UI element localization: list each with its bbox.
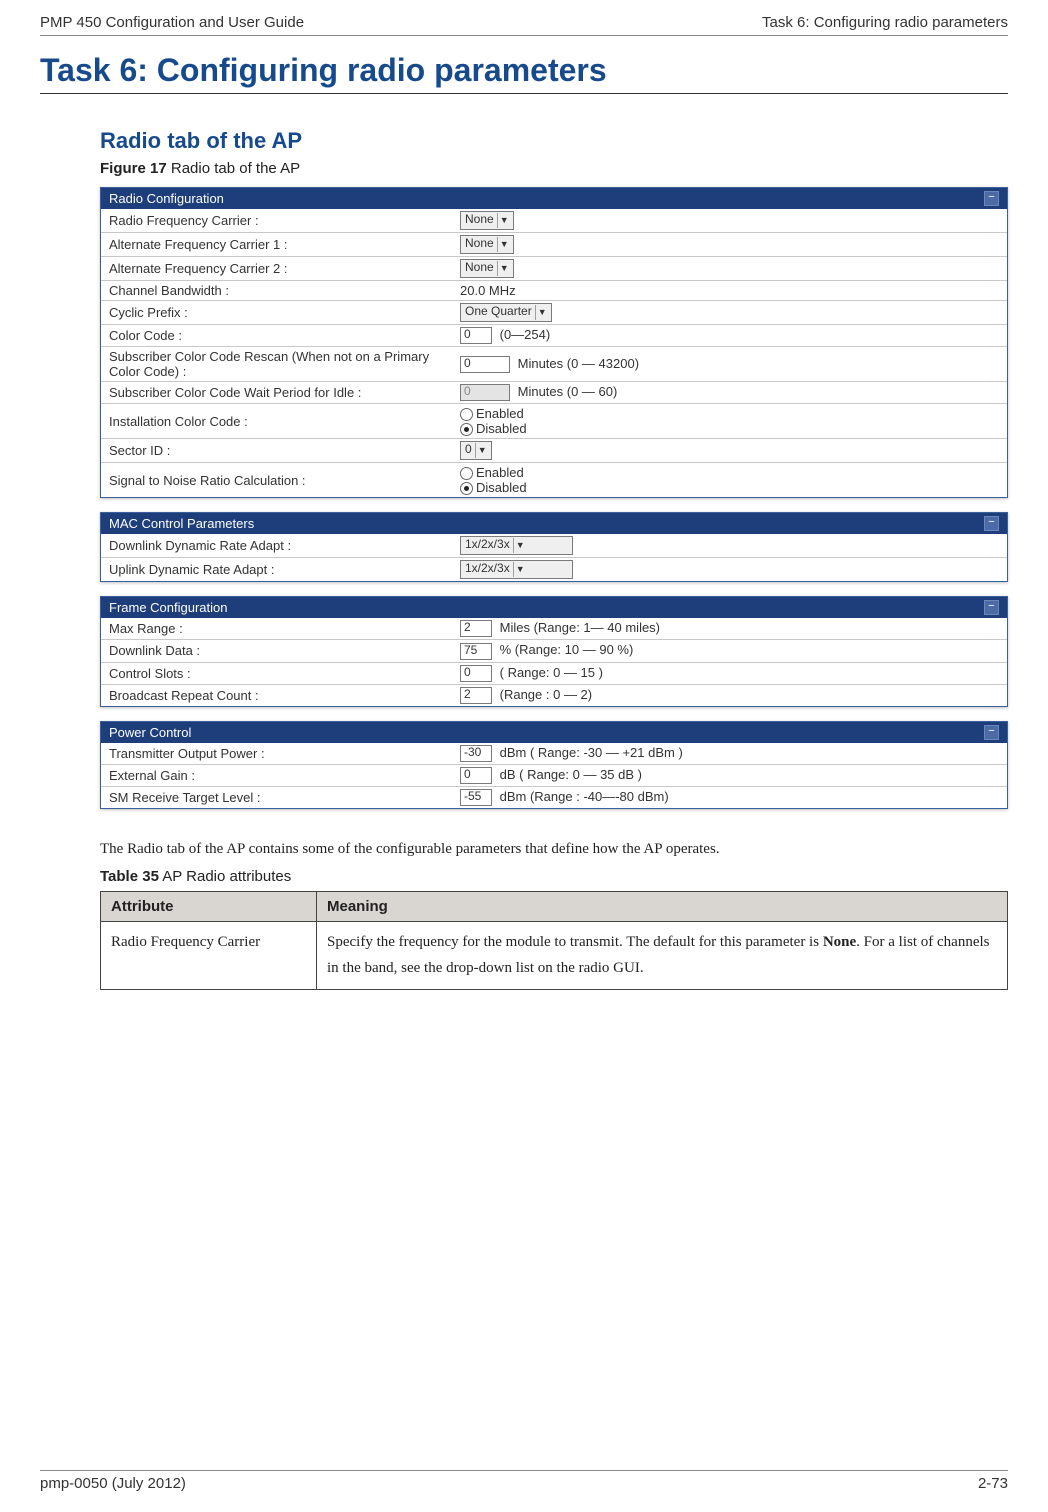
table-label: Table 35 AP Radio attributes (100, 868, 1008, 885)
row-control-slots: Control Slots : 0 ( Range: 0 — 15 ) (101, 662, 1007, 684)
cell-attribute: Radio Frequency Carrier (101, 922, 317, 990)
header-rule (40, 35, 1008, 36)
select-alt-freq-1[interactable]: None▼ (460, 235, 514, 254)
body-paragraph: The Radio tab of the AP contains some of… (100, 837, 1008, 863)
chevron-down-icon: ▼ (513, 538, 527, 553)
chevron-down-icon: ▼ (497, 213, 511, 228)
row-alt-freq-1: Alternate Frequency Carrier 1 : None▼ (101, 233, 1007, 257)
panel-frame: Frame Configuration − Max Range : 2 Mile… (100, 596, 1008, 706)
collapse-icon[interactable]: − (984, 600, 999, 615)
attributes-table: Attribute Meaning Radio Frequency Carrie… (100, 891, 1008, 990)
th-meaning: Meaning (317, 892, 1008, 922)
radio-snr-enabled[interactable] (460, 467, 473, 480)
cell-meaning: Specify the frequency for the module to … (317, 922, 1008, 990)
row-dl-rate: Downlink Dynamic Rate Adapt : 1x/2x/3x▼ (101, 534, 1007, 558)
row-install-cc: Installation Color Code : Enabled Disabl… (101, 404, 1007, 439)
title-rule (40, 93, 1008, 94)
input-color-code[interactable]: 0 (460, 327, 492, 344)
header-left: PMP 450 Configuration and User Guide (40, 14, 304, 31)
select-cyclic-prefix[interactable]: One Quarter▼ (460, 303, 552, 322)
panel-header: MAC Control Parameters − (101, 513, 1007, 534)
row-cyclic-prefix: Cyclic Prefix : One Quarter▼ (101, 301, 1007, 325)
row-ul-rate: Uplink Dynamic Rate Adapt : 1x/2x/3x▼ (101, 558, 1007, 582)
row-tx-power: Transmitter Output Power : -30 dBm ( Ran… (101, 743, 1007, 765)
row-sector-id: Sector ID : 0▼ (101, 439, 1007, 463)
select-dl-rate[interactable]: 1x/2x/3x▼ (460, 536, 573, 555)
row-cc-rescan: Subscriber Color Code Rescan (When not o… (101, 347, 1007, 382)
input-downlink-data[interactable]: 75 (460, 643, 492, 660)
row-downlink-data: Downlink Data : 75 % (Range: 10 — 90 %) (101, 640, 1007, 662)
select-radio-freq[interactable]: None▼ (460, 211, 514, 230)
panel-header: Radio Configuration − (101, 188, 1007, 209)
footer-left: pmp-0050 (July 2012) (40, 1475, 186, 1492)
collapse-icon[interactable]: − (984, 191, 999, 206)
chevron-down-icon: ▼ (535, 305, 549, 320)
input-broadcast-repeat[interactable]: 2 (460, 687, 492, 704)
th-attribute: Attribute (101, 892, 317, 922)
panel-header: Frame Configuration − (101, 597, 1007, 618)
section-title: Radio tab of the AP (100, 128, 1008, 154)
chevron-down-icon: ▼ (497, 237, 511, 252)
row-radio-freq: Radio Frequency Carrier : None▼ (101, 209, 1007, 233)
input-cc-wait: 0 (460, 384, 510, 401)
radio-install-disabled[interactable] (460, 423, 473, 436)
chevron-down-icon: ▼ (513, 562, 527, 577)
chevron-down-icon: ▼ (497, 261, 511, 276)
radio-install-enabled[interactable] (460, 408, 473, 421)
row-color-code: Color Code : 0 (0—254) (101, 325, 1007, 347)
collapse-icon[interactable]: − (984, 725, 999, 740)
page-title: Task 6: Configuring radio parameters (40, 52, 1008, 89)
collapse-icon[interactable]: − (984, 516, 999, 531)
input-cc-rescan[interactable]: 0 (460, 356, 510, 373)
input-control-slots[interactable]: 0 (460, 665, 492, 682)
table-row: Radio Frequency Carrier Specify the freq… (101, 922, 1008, 990)
input-external-gain[interactable]: 0 (460, 767, 492, 784)
panel-header: Power Control − (101, 722, 1007, 743)
input-tx-power[interactable]: -30 (460, 745, 492, 762)
select-sector-id[interactable]: 0▼ (460, 441, 492, 460)
row-alt-freq-2: Alternate Frequency Carrier 2 : None▼ (101, 257, 1007, 281)
panel-radio-config: Radio Configuration − Radio Frequency Ca… (100, 187, 1008, 498)
header-right: Task 6: Configuring radio parameters (762, 14, 1008, 31)
row-max-range: Max Range : 2 Miles (Range: 1— 40 miles) (101, 618, 1007, 640)
row-broadcast-repeat: Broadcast Repeat Count : 2 (Range : 0 — … (101, 684, 1007, 706)
select-ul-rate[interactable]: 1x/2x/3x▼ (460, 560, 573, 579)
panel-power: Power Control − Transmitter Output Power… (100, 721, 1008, 809)
panel-mac: MAC Control Parameters − Downlink Dynami… (100, 512, 1008, 582)
footer-rule (40, 1470, 1008, 1471)
row-channel-bw: Channel Bandwidth : 20.0 MHz (101, 281, 1007, 301)
figure-label: Figure 17 Radio tab of the AP (100, 160, 1008, 177)
row-cc-wait: Subscriber Color Code Wait Period for Id… (101, 382, 1007, 404)
input-sm-target[interactable]: -55 (460, 789, 492, 806)
row-sm-target: SM Receive Target Level : -55 dBm (Range… (101, 786, 1007, 808)
select-alt-freq-2[interactable]: None▼ (460, 259, 514, 278)
radio-snr-disabled[interactable] (460, 482, 473, 495)
footer-right: 2-73 (978, 1475, 1008, 1492)
row-external-gain: External Gain : 0 dB ( Range: 0 — 35 dB … (101, 764, 1007, 786)
row-snr-calc: Signal to Noise Ratio Calculation : Enab… (101, 463, 1007, 498)
input-max-range[interactable]: 2 (460, 620, 492, 637)
chevron-down-icon: ▼ (475, 443, 489, 458)
